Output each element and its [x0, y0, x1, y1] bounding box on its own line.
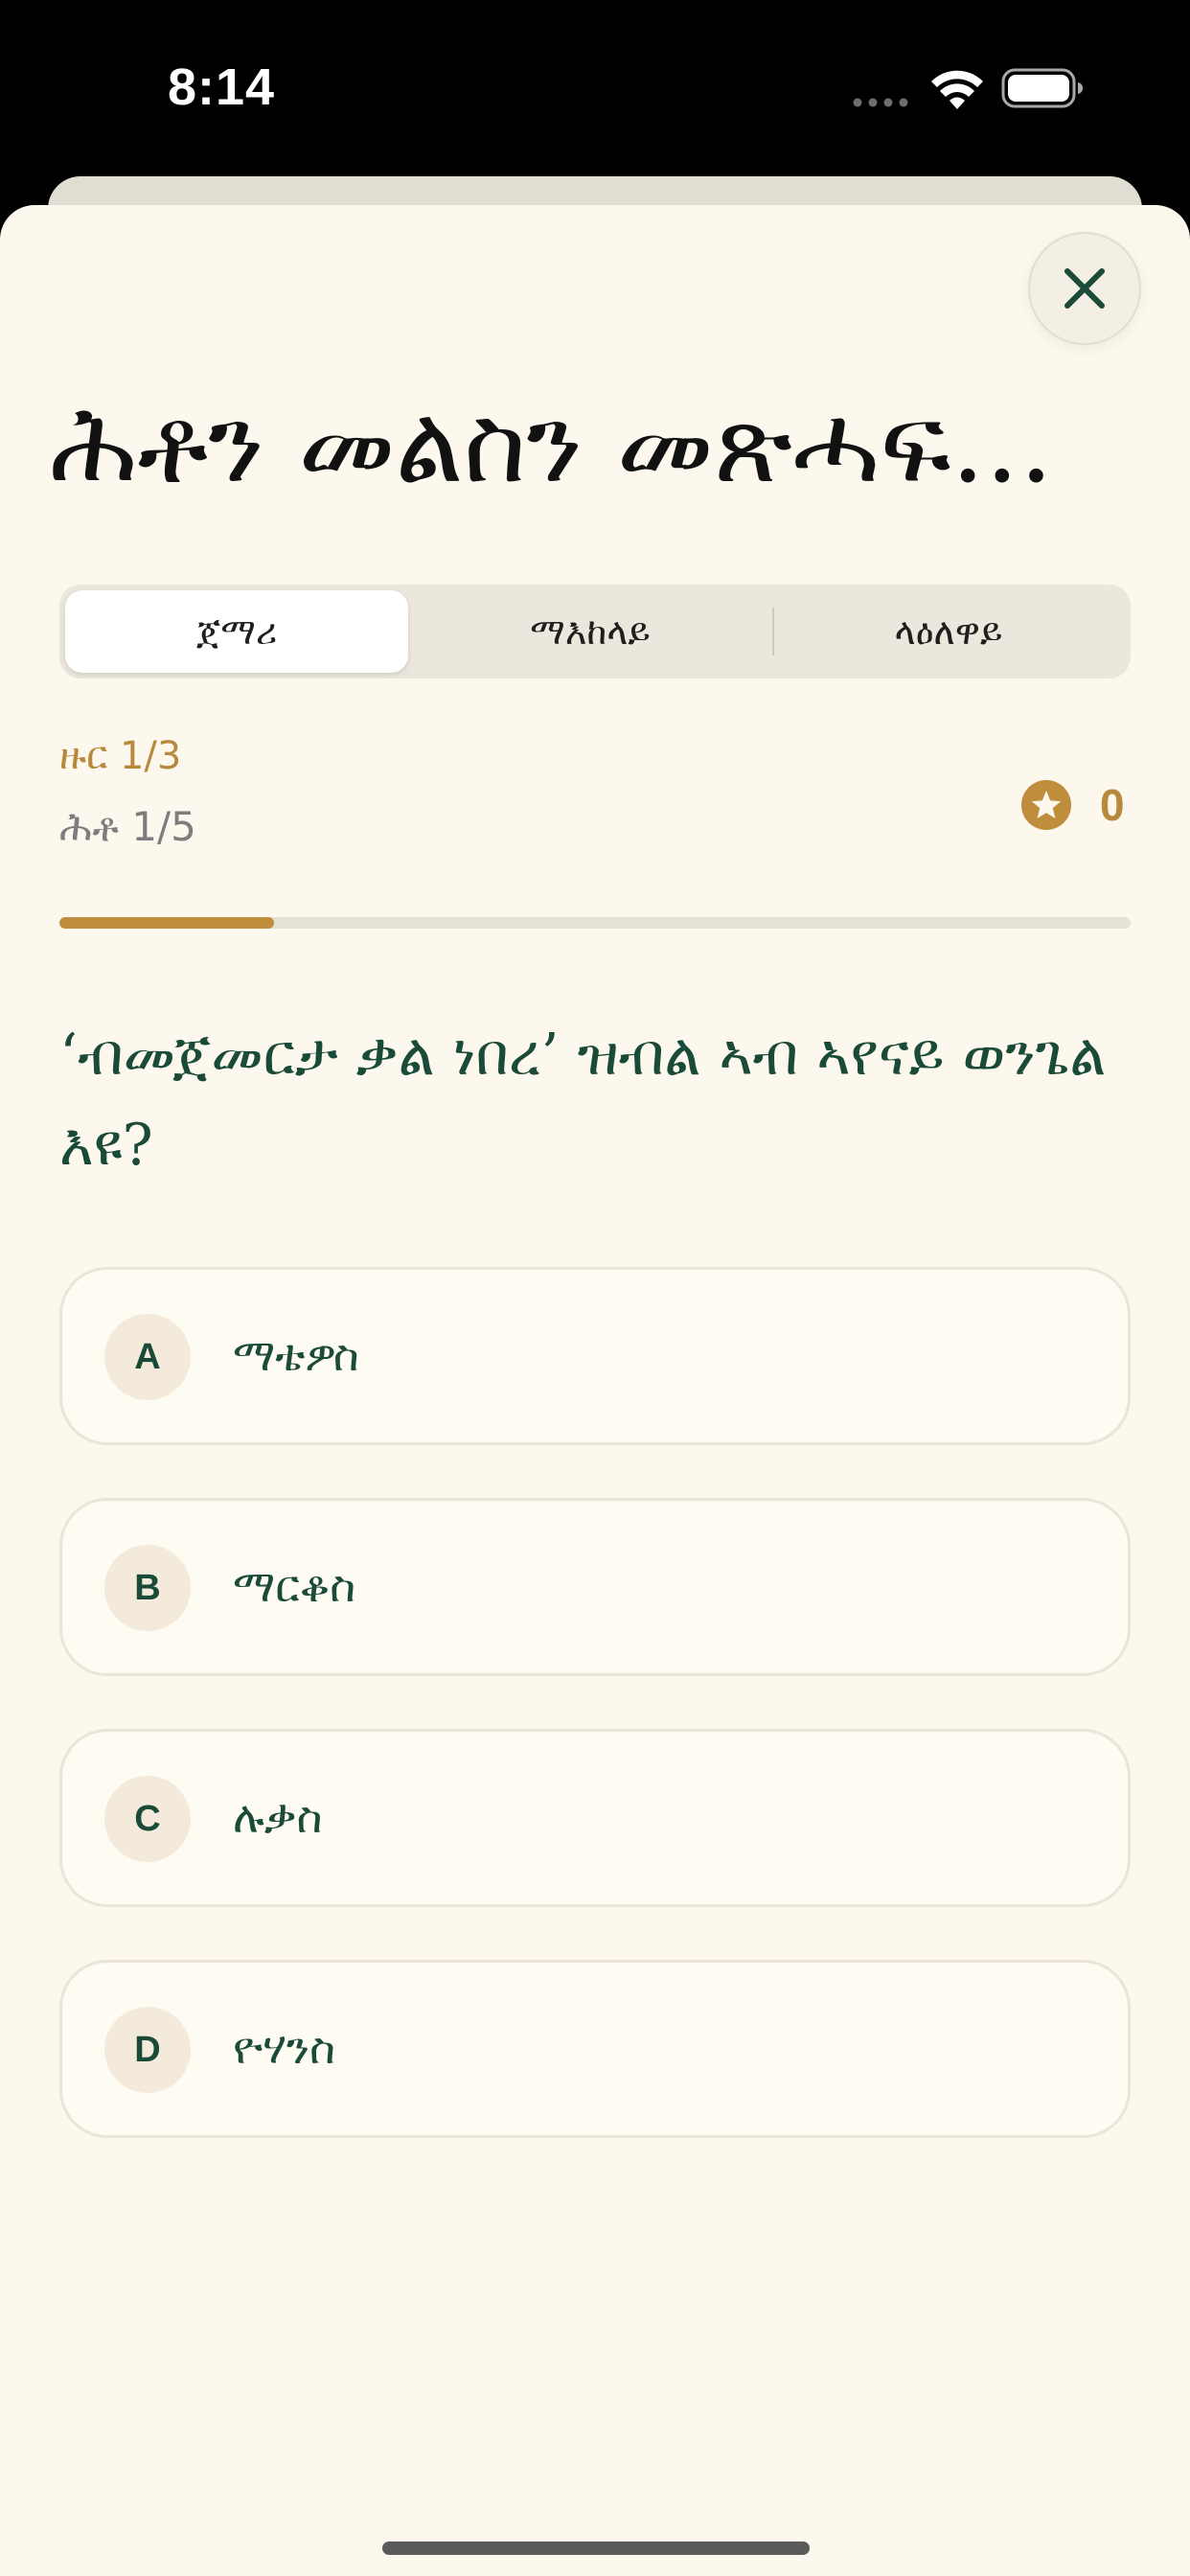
wifi-icon — [931, 70, 983, 109]
battery-icon — [1001, 68, 1083, 108]
round-label: ዙር 1/3 — [59, 734, 182, 778]
progress-fill — [59, 917, 274, 929]
progress-bar — [59, 917, 1131, 929]
score-value: 0 — [1100, 780, 1125, 830]
status-time: 8:14 — [168, 58, 276, 116]
option-text: ማቴዎስ — [233, 1329, 359, 1381]
option-letter-badge: C — [104, 1776, 191, 1862]
status-bar: 8:14 — [0, 0, 1190, 182]
option-text: ማርቆስ — [233, 1560, 356, 1612]
signal-dots-icon — [853, 98, 908, 107]
answer-option-b[interactable]: B ማርቆስ — [59, 1498, 1131, 1676]
quiz-sheet: ሕቶን መልስን መጽሓፍ... ጀማሪ ማእከላይ ላዕለዋይ ዙር 1/3 … — [0, 205, 1190, 2576]
option-letter-badge: D — [104, 2007, 191, 2093]
answer-option-d[interactable]: D ዮሃንስ — [59, 1960, 1131, 2138]
option-text: ሉቃስ — [233, 1791, 323, 1843]
difficulty-segmented-control: ጀማሪ ማእከላይ ላዕለዋይ — [59, 585, 1131, 678]
answer-option-c[interactable]: C ሉቃስ — [59, 1729, 1131, 1907]
tab-beginner[interactable]: ጀማሪ — [65, 590, 408, 673]
question-counter: ሕቶ 1/5 — [59, 803, 196, 850]
score-display: 0 — [1021, 776, 1125, 834]
star-icon — [1021, 780, 1071, 830]
question-text: ‘ብመጀመርታ ቃል ነበረ’ ዝብል ኣብ ኣየናይ ወንጌል እዩ? — [59, 1022, 1107, 1179]
home-indicator[interactable] — [382, 2542, 810, 2555]
close-x-icon — [1064, 268, 1105, 309]
tab-intermediate[interactable]: ማእከላይ — [414, 590, 767, 673]
option-letter-badge: B — [104, 1545, 191, 1631]
answer-option-a[interactable]: A ማቴዎስ — [59, 1267, 1131, 1445]
tab-advanced[interactable]: ላዕለዋይ — [772, 590, 1125, 673]
option-letter-badge: A — [104, 1314, 191, 1400]
page-title: ሕቶን መልስን መጽሓፍ... — [50, 382, 1054, 507]
close-button[interactable] — [1028, 232, 1141, 345]
option-text: ዮሃንስ — [233, 2022, 335, 2074]
screen: 8:14 ሕቶን መልስን መጽሓፍ... ጀማሪ ማእከላይ ላዕለዋይ ዙር… — [0, 0, 1190, 2576]
